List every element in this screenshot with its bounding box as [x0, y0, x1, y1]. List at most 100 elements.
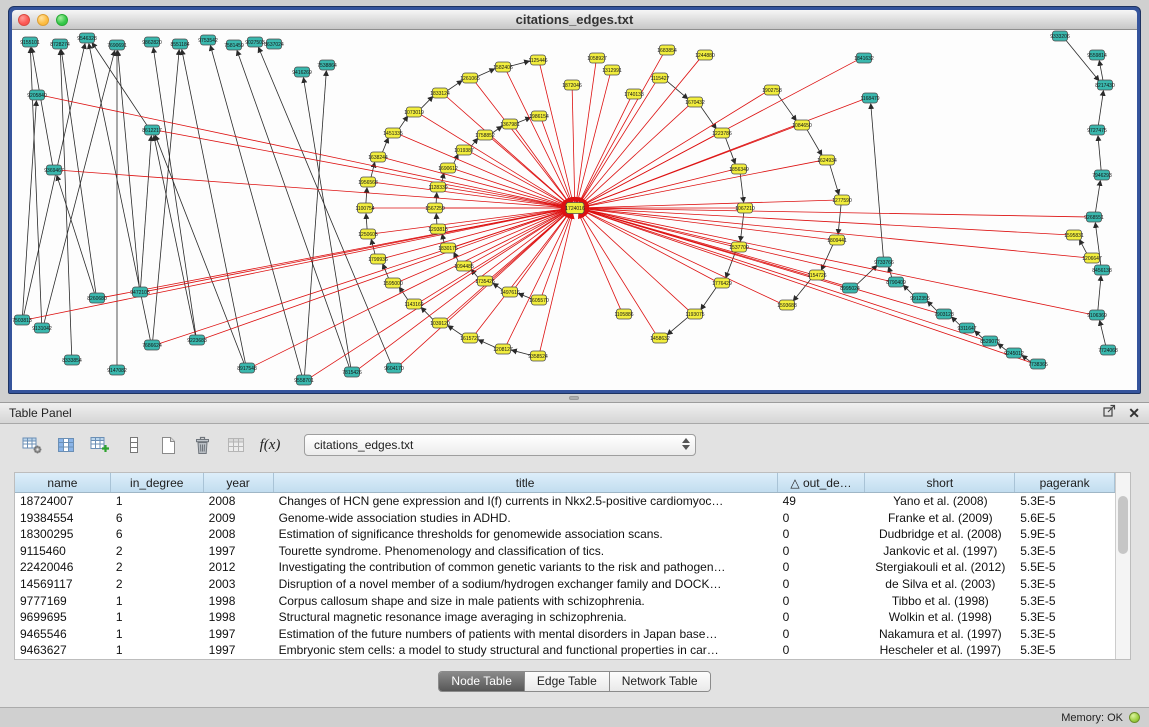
graph-edge[interactable]: [584, 170, 731, 206]
network-canvas[interactable]: 1724016935852412081271615727103912011431…: [12, 30, 1137, 390]
graph-edge[interactable]: [154, 136, 195, 335]
table-row[interactable]: 2242004622012Investigating the contribut…: [15, 559, 1115, 576]
column-header-year[interactable]: year: [204, 473, 274, 492]
graph-edge[interactable]: [448, 326, 463, 336]
graph-edge[interactable]: [838, 205, 841, 234]
graph-edge[interactable]: [436, 214, 437, 224]
graph-edge[interactable]: [511, 61, 529, 66]
table-row[interactable]: 969969511998Structural magnetic resonanc…: [15, 609, 1115, 626]
graph-edge[interactable]: [386, 210, 567, 258]
table-add-icon[interactable]: [86, 432, 114, 459]
graph-edge[interactable]: [23, 101, 37, 315]
table-source-select[interactable]: citations_edges.txt: [304, 434, 696, 456]
graph-edge[interactable]: [153, 48, 195, 335]
tab-network-table[interactable]: Network Table: [609, 672, 710, 691]
close-window-button[interactable]: [18, 14, 30, 26]
graph-edge[interactable]: [237, 51, 349, 368]
graph-edge[interactable]: [542, 121, 572, 203]
graph-edge[interactable]: [701, 287, 717, 310]
graph-edge[interactable]: [366, 188, 367, 203]
graph-edge[interactable]: [305, 71, 327, 375]
graph-edge[interactable]: [371, 163, 375, 178]
tab-edge-table[interactable]: Edge Table: [524, 672, 609, 691]
graph-edge[interactable]: [927, 301, 937, 311]
graph-edge[interactable]: [807, 129, 822, 155]
graph-edge[interactable]: [871, 104, 884, 257]
new-file-icon[interactable]: [154, 432, 182, 459]
graph-edge[interactable]: [160, 131, 566, 207]
table-row[interactable]: 1938455462009Genome-wide association stu…: [15, 510, 1115, 527]
table-scrollbar[interactable]: [1115, 473, 1130, 659]
table-disabled-icon[interactable]: [222, 432, 250, 459]
graph-edge[interactable]: [581, 59, 700, 204]
graph-edge[interactable]: [205, 210, 567, 338]
graph-edge[interactable]: [105, 209, 566, 297]
graph-edge[interactable]: [1095, 181, 1100, 212]
graph-edge[interactable]: [141, 136, 152, 287]
graph-edge[interactable]: [903, 285, 913, 295]
graph-edge[interactable]: [358, 212, 567, 369]
graph-edge[interactable]: [400, 210, 566, 281]
graph-edge[interactable]: [572, 90, 575, 202]
graph-edge[interactable]: [952, 317, 960, 325]
graph-edge[interactable]: [30, 48, 41, 323]
graph-edge[interactable]: [1080, 240, 1088, 254]
graph-edge[interactable]: [210, 46, 301, 375]
graph-edge[interactable]: [584, 200, 834, 208]
table-row[interactable]: 977716911998Corpus callosum shape and si…: [15, 593, 1115, 610]
graph-edge[interactable]: [1099, 61, 1103, 80]
zoom-window-button[interactable]: [56, 14, 68, 26]
graph-edge[interactable]: [60, 50, 71, 355]
close-panel-icon[interactable]: ✕: [1128, 406, 1140, 420]
graph-edge[interactable]: [254, 211, 567, 366]
graph-edge[interactable]: [507, 71, 571, 202]
graph-edge[interactable]: [726, 252, 736, 278]
graph-edge[interactable]: [1098, 91, 1103, 125]
graph-edge[interactable]: [740, 174, 743, 202]
graph-edge[interactable]: [584, 210, 983, 340]
graph-edge[interactable]: [856, 266, 876, 285]
graph-edge[interactable]: [584, 161, 819, 207]
graph-edge[interactable]: [447, 81, 462, 91]
column-header-in_degree[interactable]: in_degree: [111, 473, 204, 492]
table-row[interactable]: 911546021997Tourette syndrome. Phenomeno…: [15, 543, 1115, 560]
graph-edge[interactable]: [540, 214, 573, 351]
graph-edge[interactable]: [44, 51, 115, 323]
graph-edge[interactable]: [311, 211, 568, 377]
graph-edge[interactable]: [383, 264, 389, 279]
graph-edge[interactable]: [667, 317, 688, 335]
tab-node-table[interactable]: Node Table: [439, 672, 524, 691]
column-header-title[interactable]: title: [274, 473, 778, 492]
graph-edge[interactable]: [399, 287, 408, 300]
column-header-pagerank[interactable]: pagerank: [1015, 473, 1115, 492]
panel-splitter[interactable]: [0, 394, 1149, 402]
graph-edge[interactable]: [366, 214, 367, 229]
table-row[interactable]: 946554611997Estimation of the future num…: [15, 626, 1115, 643]
citation-network-graph[interactable]: 1724016935852412081271615727103912011431…: [12, 30, 1137, 390]
graph-edge[interactable]: [45, 96, 566, 207]
table-row[interactable]: 1872400712008Changes of HCN gene express…: [15, 493, 1115, 510]
table-columns-icon[interactable]: [52, 432, 80, 459]
graph-edge[interactable]: [830, 165, 839, 195]
graph-edge[interactable]: [700, 106, 716, 129]
graph-edge[interactable]: [382, 138, 388, 153]
column-header-name[interactable]: name: [15, 473, 111, 492]
table-row[interactable]: 946362711997Embryonic stem cells: a mode…: [15, 642, 1115, 659]
graph-edge[interactable]: [1098, 136, 1101, 170]
graph-edge[interactable]: [542, 214, 572, 296]
graph-edge[interactable]: [399, 116, 408, 129]
column-header-short[interactable]: short: [865, 473, 1015, 492]
table-row[interactable]: 1830029562008Estimation of significance …: [15, 526, 1115, 543]
minimize-window-button[interactable]: [37, 14, 49, 26]
rows-icon[interactable]: [120, 432, 148, 459]
graph-edge[interactable]: [478, 69, 495, 77]
table-scrollbar-thumb[interactable]: [1118, 496, 1128, 554]
graph-edge[interactable]: [475, 213, 569, 334]
graph-edge[interactable]: [62, 170, 566, 207]
float-panel-icon[interactable]: [1103, 404, 1116, 422]
graph-edge[interactable]: [1100, 321, 1106, 346]
graph-edge[interactable]: [442, 173, 444, 182]
graph-edge[interactable]: [386, 158, 567, 206]
table-row[interactable]: 1456911722003Disruption of a novel membe…: [15, 576, 1115, 593]
graph-edge[interactable]: [400, 212, 568, 365]
